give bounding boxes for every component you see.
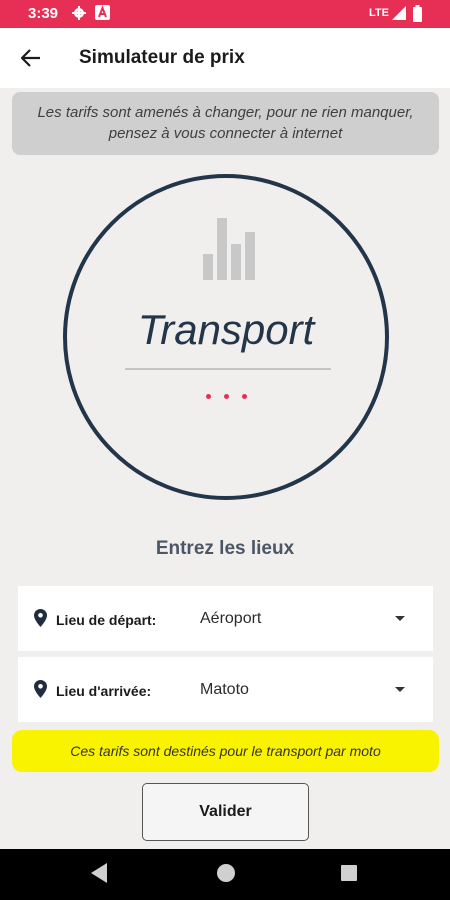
location-pin-icon <box>34 609 47 627</box>
departure-value: Aéroport <box>200 610 262 627</box>
departure-select[interactable]: Lieu de départ: Aéroport <box>18 586 433 651</box>
recents-square-icon[interactable] <box>340 864 358 882</box>
arrival-value: Matoto <box>200 681 249 698</box>
back-triangle-icon[interactable] <box>90 862 108 884</box>
transport-circle: Transport <box>63 174 389 500</box>
gear-icon <box>72 6 86 20</box>
bar-chart-icon <box>203 218 255 280</box>
a-app-icon <box>95 5 110 20</box>
divider <box>125 368 331 370</box>
app-bar: Simulateur de prix <box>0 28 450 88</box>
network-type: LTE <box>369 7 389 19</box>
dot <box>223 394 229 399</box>
dot <box>241 394 247 399</box>
connection-notice: Les tarifs sont amenés à changer, pour n… <box>12 92 439 155</box>
chevron-down-icon <box>395 687 405 692</box>
page-title: Simulateur de prix <box>79 47 245 68</box>
dot <box>205 394 211 399</box>
section-heading: Entrez les lieux <box>155 538 295 559</box>
system-nav-bar <box>0 849 450 900</box>
transport-title: Transport <box>137 306 315 353</box>
status-time: 3:39 <box>28 5 59 22</box>
arrival-select[interactable]: Lieu d'arrivée: Matoto <box>18 657 433 722</box>
loading-dots <box>67 394 385 399</box>
chevron-down-icon <box>395 616 405 621</box>
back-button[interactable] <box>12 40 50 76</box>
arrival-label: Lieu d'arrivée: <box>56 683 152 699</box>
home-circle-icon[interactable] <box>215 862 237 884</box>
departure-label: Lieu de départ: <box>56 612 157 628</box>
signal-icon <box>392 6 406 20</box>
location-pin-icon <box>34 680 47 698</box>
status-bar: 3:39 LTE <box>0 0 450 28</box>
validate-button[interactable]: Valider <box>142 783 309 841</box>
battery-icon <box>413 5 422 22</box>
moto-notice: Ces tarifs sont destinés pour le transpo… <box>12 730 439 772</box>
arrow-left-icon <box>21 49 40 67</box>
